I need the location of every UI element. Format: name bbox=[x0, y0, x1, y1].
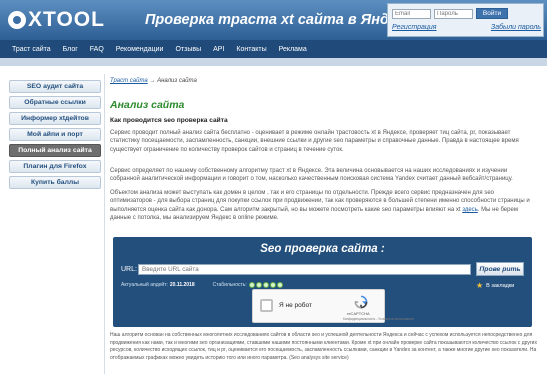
stability-dot bbox=[276, 282, 283, 288]
intro-paragraph: Сервис проводит полный анализ сайта бесп… bbox=[110, 130, 519, 153]
recaptcha-checkbox[interactable] bbox=[260, 299, 273, 312]
breadcrumb-current: Анализ сайта bbox=[157, 78, 197, 84]
recaptcha-legal[interactable]: Конфиденциальность - Условия использован… bbox=[343, 317, 414, 321]
recaptcha-label: Я не робот bbox=[279, 302, 312, 309]
sidebar-item-my-ip[interactable]: Мой айпи и порт bbox=[9, 128, 101, 141]
sidebar-item-buy-points[interactable]: Купить баллы bbox=[9, 176, 101, 189]
nav-item-reviews[interactable]: Отзывы bbox=[169, 46, 207, 53]
nav-item-blog[interactable]: Блог bbox=[57, 46, 84, 53]
login-button[interactable]: Войти bbox=[476, 8, 508, 19]
breadcrumb-link[interactable]: Траст сайта bbox=[110, 78, 148, 84]
nav-item-ads[interactable]: Реклама bbox=[273, 46, 313, 53]
algorithm-paragraph: Сервис определяет по нашему собственному… bbox=[110, 168, 513, 183]
object-paragraph: Объектом анализа может выступать как дом… bbox=[110, 190, 530, 222]
form-title: Seo проверка сайта : bbox=[260, 243, 385, 255]
actual-update-label: Актуальный апдейт: bbox=[121, 282, 168, 288]
section-heading: Как проводится seo проверка сайта bbox=[110, 117, 228, 124]
logo[interactable]: XTOOL bbox=[8, 8, 105, 31]
recaptcha-logo-icon bbox=[354, 295, 368, 309]
stability-dot bbox=[255, 282, 262, 288]
nav-item-recommendations[interactable]: Рекомендации bbox=[110, 46, 170, 53]
breadcrumb: Траст сайта → Анализ сайта bbox=[110, 78, 540, 84]
register-link[interactable]: Регистрация bbox=[392, 24, 437, 31]
site-header: XTOOL Проверка траста xt сайта в Яндексе… bbox=[0, 0, 547, 40]
url-label: URL: bbox=[121, 266, 137, 273]
login-box: Войти Регистрация Забыли пароль bbox=[387, 3, 544, 37]
url-input[interactable] bbox=[138, 264, 471, 275]
details-link[interactable]: здесь bbox=[462, 207, 478, 213]
bookmark-link[interactable]: ★ В закладки bbox=[476, 281, 514, 290]
sidebar-item-informer[interactable]: Информер xtдейтов bbox=[9, 112, 101, 125]
page-title: Анализ сайта bbox=[110, 99, 185, 111]
bookmark-label: В закладки bbox=[486, 282, 515, 289]
sidebar-divider bbox=[104, 74, 105, 374]
star-icon: ★ bbox=[476, 281, 484, 290]
stability-dot bbox=[262, 282, 269, 288]
header-band bbox=[0, 58, 547, 66]
actual-update-date: 20.11.2018 bbox=[169, 282, 195, 288]
nav-item-api[interactable]: API bbox=[207, 46, 230, 53]
recaptcha-brand: reCAPTCHA bbox=[347, 311, 370, 316]
site-title: Проверка траста xt сайта в Яндексе bbox=[145, 12, 421, 28]
sidebar-item-firefox-plugin[interactable]: Плагин для Firefox bbox=[9, 160, 101, 173]
recaptcha-widget: Я не робот reCAPTCHA Конфиденциальность … bbox=[252, 289, 414, 323]
stability-indicator bbox=[248, 282, 283, 288]
sidebar: SEO аудит сайта Обратные ссылки Информер… bbox=[9, 80, 101, 192]
sidebar-item-backlinks[interactable]: Обратные ссылки bbox=[9, 96, 101, 109]
breadcrumb-separator: → bbox=[147, 78, 158, 84]
email-field[interactable] bbox=[392, 8, 431, 19]
nav-item-faq[interactable]: FAQ bbox=[84, 46, 110, 53]
main-nav: Траст сайта Блог FAQ Рекомендации Отзывы… bbox=[0, 40, 547, 58]
main-content: Траст сайта → Анализ сайта Анализ сайта … bbox=[110, 78, 540, 221]
logo-text: XTOOL bbox=[28, 8, 105, 31]
sidebar-item-full-analysis[interactable]: Полный анализ сайта bbox=[9, 144, 101, 157]
forgot-password-link[interactable]: Забыли пароль bbox=[491, 24, 541, 31]
stability-dot bbox=[248, 282, 255, 288]
nav-item-trust[interactable]: Траст сайта bbox=[6, 46, 57, 53]
sidebar-item-seo-audit[interactable]: SEO аудит сайта bbox=[9, 80, 101, 93]
update-stats: Актуальный апдейт: 20.11.2018 Стабильнос… bbox=[121, 282, 283, 288]
check-button[interactable]: Прове рить bbox=[476, 262, 524, 276]
footer-description: Наш алгоритм основан на собственных мног… bbox=[110, 332, 537, 361]
logo-icon bbox=[8, 11, 26, 29]
password-field[interactable] bbox=[434, 8, 473, 19]
stability-label: Стабильность: bbox=[212, 282, 247, 288]
nav-item-contacts[interactable]: Контакты bbox=[230, 46, 272, 53]
stability-dot bbox=[269, 282, 276, 288]
